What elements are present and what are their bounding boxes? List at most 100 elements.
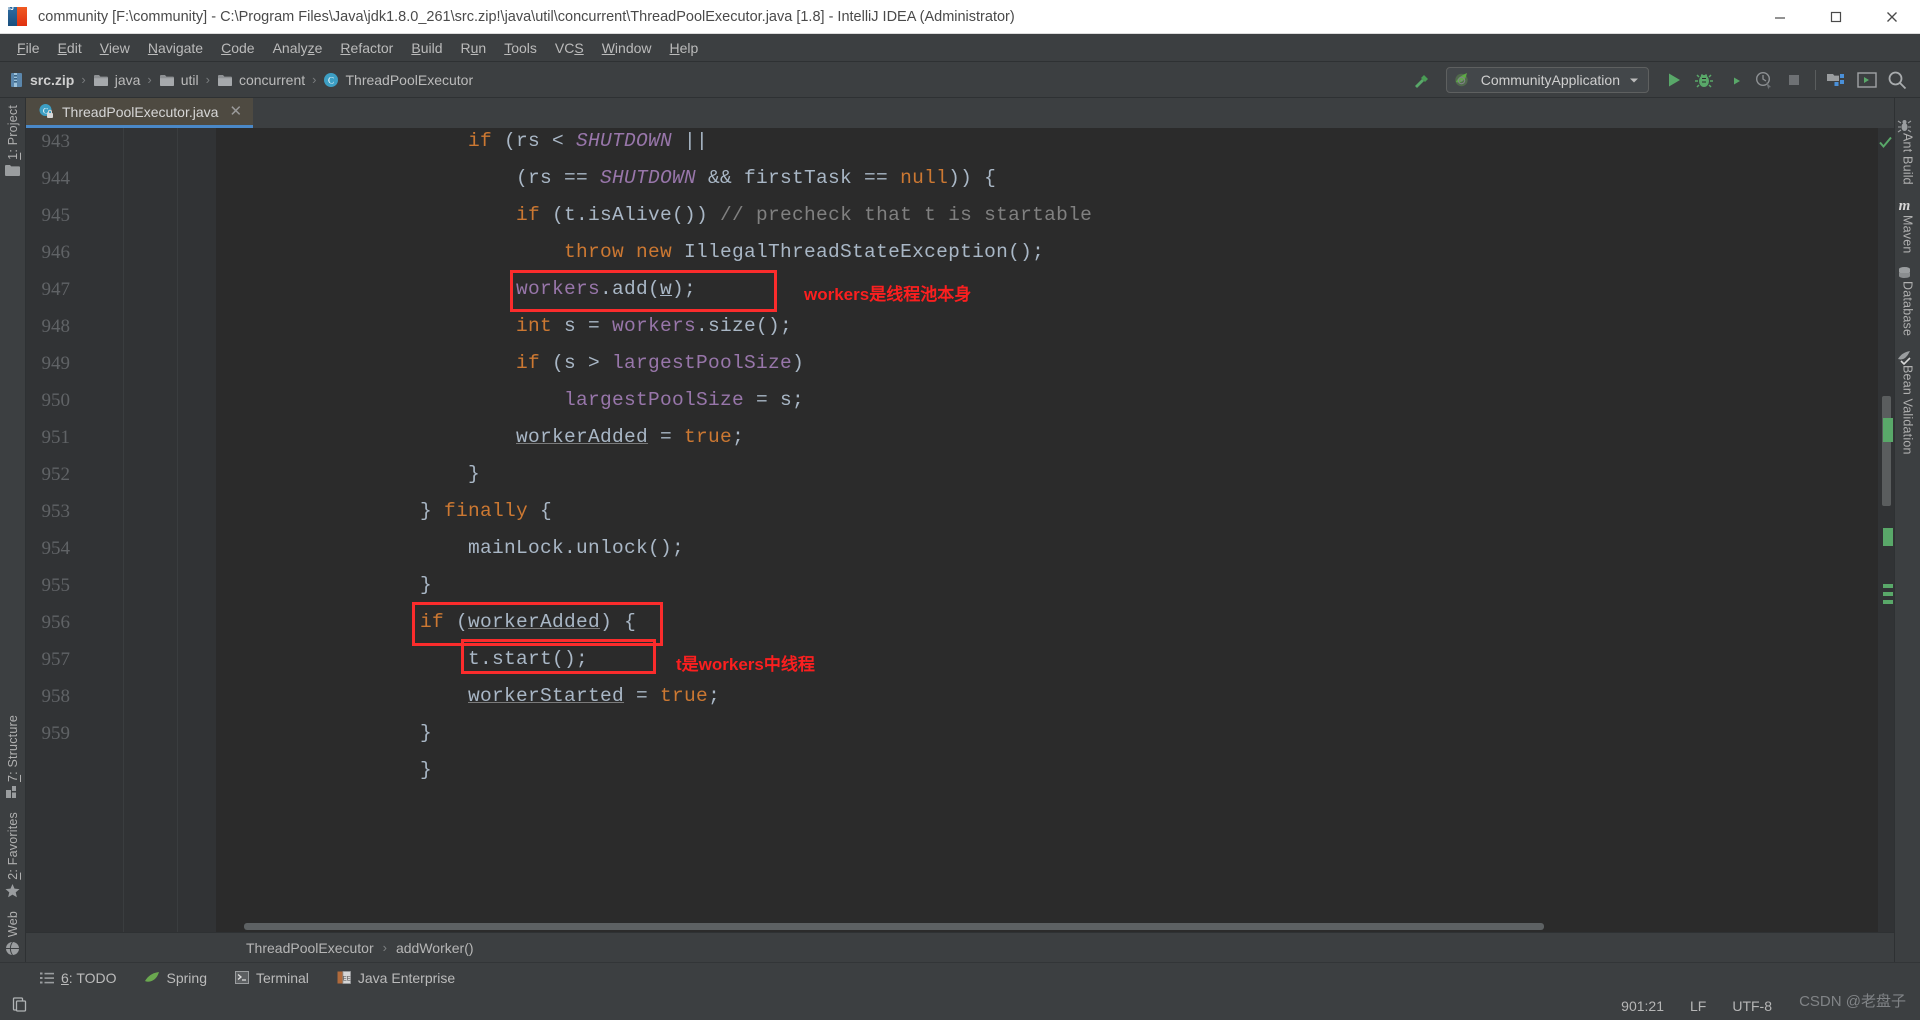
breadcrumb-java[interactable]: java bbox=[93, 72, 140, 88]
menu-run[interactable]: Run bbox=[452, 36, 496, 60]
menu-navigate[interactable]: Navigate bbox=[139, 36, 212, 60]
code-line: largestPoolSize = s; bbox=[564, 389, 805, 411]
menu-help[interactable]: Help bbox=[661, 36, 708, 60]
menu-view[interactable]: View bbox=[91, 36, 139, 60]
close-icon[interactable] bbox=[1864, 0, 1920, 34]
chevron-down-icon[interactable] bbox=[1628, 74, 1640, 86]
toolwindow-label: Spring bbox=[166, 969, 207, 986]
breadcrumb-method[interactable]: addWorker() bbox=[396, 940, 474, 956]
star-icon bbox=[5, 883, 20, 898]
java-class-icon: C bbox=[323, 72, 339, 88]
intellij-idea-icon: IJ bbox=[6, 4, 32, 30]
breadcrumb-concurrent[interactable]: concurrent bbox=[217, 72, 305, 88]
maven-m-icon: m bbox=[1898, 197, 1911, 214]
svg-text:EE: EE bbox=[343, 977, 351, 983]
breadcrumb-class[interactable]: ThreadPoolExecutor bbox=[246, 940, 374, 956]
navigation-bar: src.zip › java › util › concurrent › C T… bbox=[0, 62, 1920, 98]
minimize-icon[interactable] bbox=[1752, 0, 1808, 34]
menu-vcs[interactable]: VCS bbox=[546, 36, 593, 60]
code-line: if (rs < SHUTDOWN || bbox=[468, 130, 709, 152]
code-area[interactable]: if (rs < SHUTDOWN || (rs == SHUTDOWN && … bbox=[216, 128, 1878, 932]
sidebar-item-maven[interactable]: m Maven bbox=[1899, 198, 1917, 254]
sidebar-item-bean-validation[interactable]: Bean Validation bbox=[1897, 350, 1918, 454]
run-configuration-selector[interactable]: CommunityApplication bbox=[1445, 66, 1649, 93]
terminal-window-icon[interactable] bbox=[1852, 66, 1882, 94]
project-structure-icon[interactable] bbox=[1822, 66, 1852, 94]
code-line: } bbox=[420, 574, 433, 596]
code-line: } bbox=[420, 722, 433, 744]
line-number: 946 bbox=[41, 242, 71, 263]
line-number: 952 bbox=[41, 464, 71, 485]
sidebar-item-favorites[interactable]: 2: Favorites bbox=[5, 812, 20, 898]
spring-leaf-icon bbox=[144, 971, 160, 984]
structure-icon bbox=[5, 786, 20, 799]
read-only-lock-icon[interactable] bbox=[12, 996, 27, 1013]
bean-validation-icon bbox=[1897, 350, 1912, 365]
line-number: 947 bbox=[41, 279, 71, 300]
run-coverage-icon[interactable] bbox=[1719, 66, 1749, 94]
sidebar-item-ant-build[interactable]: Ant Build bbox=[1897, 118, 1918, 185]
code-line: } bbox=[468, 463, 481, 485]
breadcrumb-separator: › bbox=[205, 72, 210, 87]
line-number: 951 bbox=[41, 427, 71, 448]
tab-label: ThreadPoolExecutor.java bbox=[62, 103, 219, 120]
line-number: 958 bbox=[41, 686, 71, 707]
menu-window[interactable]: Window bbox=[593, 36, 661, 60]
profiler-icon[interactable] bbox=[1749, 66, 1779, 94]
run-configuration-name: CommunityApplication bbox=[1480, 71, 1620, 88]
line-separator[interactable]: LF bbox=[1690, 998, 1706, 1014]
marker-stripe bbox=[1883, 584, 1893, 588]
stop-square-icon[interactable] bbox=[1779, 66, 1809, 94]
terminal-icon bbox=[234, 971, 249, 984]
svg-text:C: C bbox=[328, 75, 334, 85]
line-number: 954 bbox=[41, 538, 71, 559]
menu-edit[interactable]: Edit bbox=[49, 36, 91, 60]
toolwindow-spring[interactable]: Spring bbox=[144, 969, 207, 986]
toolwindow-terminal[interactable]: Terminal bbox=[234, 970, 309, 986]
vertical-scrollbar-thumb[interactable] bbox=[1882, 396, 1891, 506]
status-bar: 901:21 LF UTF-8 CSDN @老盘子 bbox=[0, 992, 1920, 1020]
code-line: workerStarted = true; bbox=[468, 685, 721, 707]
menu-code[interactable]: Code bbox=[212, 36, 263, 60]
code-line: if (s > largestPoolSize) bbox=[516, 352, 805, 374]
sidebar-item-database[interactable]: Database bbox=[1897, 266, 1918, 337]
caret-position[interactable]: 901:21 bbox=[1621, 998, 1664, 1014]
breadcrumb-src-zip[interactable]: src.zip bbox=[10, 72, 74, 88]
horizontal-scrollbar[interactable] bbox=[216, 920, 1862, 932]
sidebar-label: Database bbox=[1900, 281, 1915, 337]
annotation-box-t-start bbox=[461, 639, 656, 674]
marker-stripe bbox=[1883, 592, 1893, 596]
menu-refactor[interactable]: Refactor bbox=[331, 36, 402, 60]
editor-marker-strip[interactable] bbox=[1878, 128, 1894, 932]
toolwindow-todo[interactable]: 6: TODO bbox=[40, 970, 117, 986]
hammer-build-icon[interactable] bbox=[1406, 66, 1436, 94]
breadcrumb-util[interactable]: util bbox=[159, 72, 199, 88]
breadcrumb-separator: › bbox=[382, 940, 387, 955]
sidebar-item-web[interactable]: Web bbox=[5, 911, 20, 956]
annotation-box-workers-add bbox=[510, 270, 777, 312]
horizontal-scrollbar-thumb[interactable] bbox=[244, 923, 1544, 930]
breadcrumb-threadpoolexecutor[interactable]: C ThreadPoolExecutor bbox=[323, 72, 473, 88]
menu-analyze[interactable]: Analyze bbox=[264, 36, 332, 60]
marker-stripe bbox=[1883, 528, 1893, 546]
code-line: } bbox=[420, 759, 433, 781]
line-number: 948 bbox=[41, 316, 71, 337]
menu-tools[interactable]: Tools bbox=[495, 36, 546, 60]
close-icon[interactable]: ✕ bbox=[226, 104, 245, 119]
debug-bug-icon[interactable] bbox=[1689, 66, 1719, 94]
search-icon[interactable] bbox=[1882, 66, 1912, 94]
menu-build[interactable]: Build bbox=[402, 36, 451, 60]
maximize-icon[interactable] bbox=[1808, 0, 1864, 34]
main-area: 1: Project 7: Structure 2: Favorites Web… bbox=[0, 98, 1920, 962]
menu-file[interactable]: File bbox=[8, 36, 49, 60]
line-number: 944 bbox=[41, 168, 71, 189]
file-encoding[interactable]: UTF-8 bbox=[1732, 998, 1772, 1014]
web-globe-icon bbox=[5, 941, 20, 956]
editor-gutter[interactable]: 943 944 945 946 947 948 949 950 951 952 … bbox=[26, 128, 242, 932]
database-icon bbox=[1897, 266, 1912, 281]
run-play-icon[interactable] bbox=[1659, 66, 1689, 94]
editor-breadcrumb: ThreadPoolExecutor › addWorker() bbox=[26, 932, 1894, 962]
tab-threadpoolexecutor-java[interactable]: C ThreadPoolExecutor.java ✕ bbox=[26, 98, 254, 128]
ok-checkmark-icon bbox=[1879, 136, 1892, 152]
toolwindow-java-enterprise[interactable]: EE Java Enterprise bbox=[337, 970, 455, 986]
